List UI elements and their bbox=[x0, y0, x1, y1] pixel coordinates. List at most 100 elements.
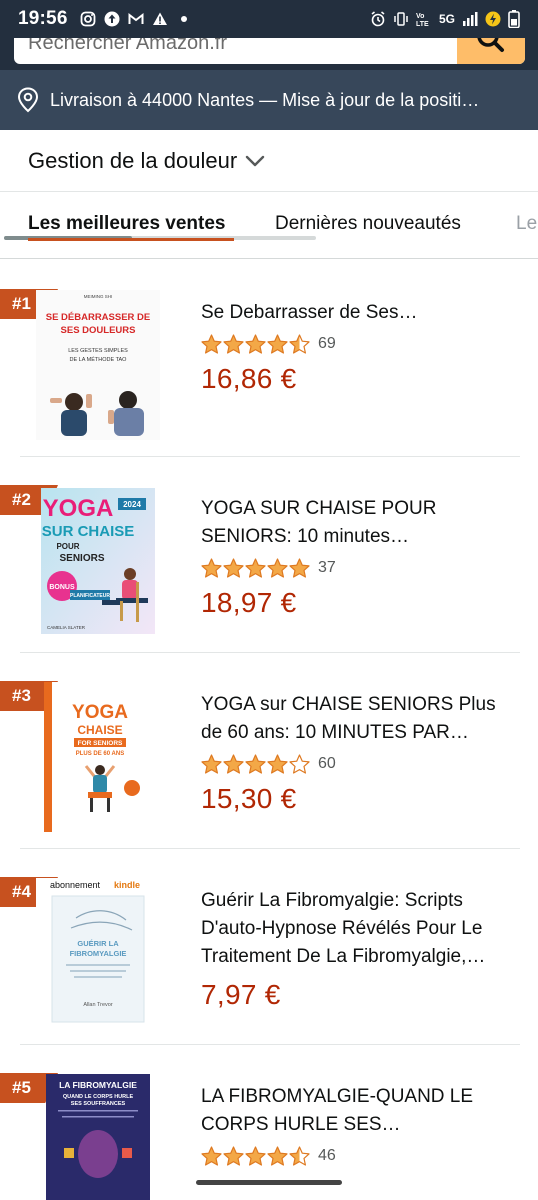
list-item[interactable]: #5 LA FIBROMYALGIE QUAND LE CORPS HURLE … bbox=[0, 1044, 538, 1200]
list-item[interactable]: #2 YOGA 2024 SUR CHAISE POUR SENIORS BON… bbox=[0, 456, 538, 652]
cover-sub1: LES GESTES SIMPLES bbox=[68, 348, 128, 354]
alarm-icon bbox=[371, 11, 385, 27]
star-full-icon bbox=[267, 753, 288, 774]
cover-sub2: DE LA MÉTHODE TAO bbox=[70, 356, 128, 363]
status-bar: 19:56 Vo LTE 5G bbox=[0, 0, 538, 38]
active-tab-indicator bbox=[28, 238, 234, 241]
product-price: 18,97 € bbox=[201, 587, 297, 618]
product-price: 15,30 € bbox=[201, 783, 297, 814]
rating-row[interactable]: 37 bbox=[201, 557, 521, 579]
category-title: Gestion de la douleur bbox=[28, 147, 238, 173]
volte-icon: VoLTE bbox=[416, 13, 429, 27]
vibrate-icon bbox=[394, 12, 408, 26]
star-full-icon bbox=[267, 557, 288, 578]
star-full-icon bbox=[201, 753, 222, 774]
delivery-text: Livraison à 44000 Nantes — Mise à jour d… bbox=[50, 89, 480, 110]
cover-bonus: BONUS bbox=[49, 584, 75, 591]
star-full-icon bbox=[223, 753, 244, 774]
star-full-icon bbox=[289, 557, 310, 578]
rating-row[interactable]: 60 bbox=[201, 753, 521, 775]
cover-line3: SES SOUFFRANCES bbox=[71, 1101, 126, 1107]
category-dropdown[interactable]: Gestion de la douleur bbox=[0, 130, 538, 192]
cover-line2: QUAND LE CORPS HURLE bbox=[63, 1094, 134, 1100]
product-title[interactable]: YOGA sur CHAISE SENIORS Plus de 60 ans: 1… bbox=[201, 691, 521, 747]
rating-count: 46 bbox=[318, 1147, 336, 1164]
star-rating bbox=[201, 1145, 310, 1167]
search-placeholder: Rechercher Amazon.fr bbox=[28, 38, 227, 54]
star-half-icon bbox=[289, 333, 310, 354]
product-title[interactable]: YOGA SUR CHAISE POUR SENIORS: 10 minutes… bbox=[201, 495, 521, 551]
cover-line2: SES DOULEURS bbox=[61, 325, 136, 336]
upload-icon bbox=[104, 11, 120, 27]
rating-count: 37 bbox=[318, 559, 336, 576]
gmail-icon bbox=[128, 12, 144, 24]
rating-count: 69 bbox=[318, 335, 336, 352]
cover-line2: FIBROMYALGIE bbox=[70, 949, 127, 958]
rating-count: 60 bbox=[318, 755, 336, 772]
product-title[interactable]: Guérir La Fibromyalgie: Scripts D'auto-Hy… bbox=[201, 887, 521, 971]
book-cover-1[interactable]: MEIMING SHI SE DÉBARRASSER DE SES DOULEU… bbox=[36, 290, 160, 440]
cover-author: Allan Trevor bbox=[83, 1002, 113, 1008]
book-cover-2[interactable]: YOGA 2024 SUR CHAISE POUR SENIORS BONUS … bbox=[36, 486, 160, 636]
star-rating bbox=[201, 753, 310, 775]
cover-line2: SUR CHAISE bbox=[42, 523, 135, 540]
star-full-icon bbox=[201, 1145, 222, 1166]
delivery-location-bar[interactable]: Livraison à 44000 Nantes — Mise à jour d… bbox=[0, 70, 538, 130]
cover-line1: GUÉRIR LA bbox=[77, 939, 119, 948]
network-type: 5G bbox=[438, 12, 455, 26]
gesture-bar[interactable] bbox=[196, 1180, 342, 1185]
tab-best-sellers[interactable]: Les meilleures ventes bbox=[28, 213, 226, 235]
cover-kindle-a: abonnement bbox=[50, 880, 101, 890]
star-full-icon bbox=[223, 557, 244, 578]
product-price: 16,86 € bbox=[201, 363, 297, 394]
search-input[interactable]: Rechercher Amazon.fr bbox=[14, 38, 525, 64]
tab-new-releases[interactable]: Dernières nouveautés bbox=[275, 213, 461, 235]
cover-author: MEIMING SHI bbox=[84, 294, 113, 299]
cover-line3: FOR SENIORS bbox=[78, 740, 123, 747]
star-half-icon bbox=[289, 1145, 310, 1166]
rating-row[interactable]: 46 bbox=[201, 1145, 521, 1167]
warning-icon bbox=[152, 12, 167, 25]
star-empty-icon bbox=[289, 753, 310, 774]
star-full-icon bbox=[245, 1145, 266, 1166]
cover-line1: YOGA bbox=[43, 495, 114, 522]
star-rating bbox=[201, 557, 310, 579]
search-button[interactable] bbox=[457, 38, 525, 64]
star-full-icon bbox=[245, 753, 266, 774]
list-item[interactable]: #4 abonnement kindle GUÉRIR LA FIBROMYAL… bbox=[0, 848, 538, 1044]
list-item[interactable]: #3 YOGA CHAISE FOR SENIORS PLUS DE 60 AN… bbox=[0, 652, 538, 848]
status-time: 19:56 bbox=[18, 8, 68, 29]
dot-icon bbox=[180, 16, 187, 22]
search-icon bbox=[477, 38, 504, 52]
list-item[interactable]: #1 MEIMING SHI SE DÉBARRASSER DE SES DOU… bbox=[0, 260, 538, 456]
search-header: Rechercher Amazon.fr bbox=[0, 38, 538, 70]
book-cover-3[interactable]: YOGA CHAISE FOR SENIORS PLUS DE 60 ANS bbox=[36, 682, 160, 832]
cover-author: CAMELIA SLATER bbox=[47, 625, 86, 630]
chevron-down-icon bbox=[245, 155, 265, 166]
cover-line1: SE DÉBARRASSER DE bbox=[46, 312, 151, 323]
star-full-icon bbox=[201, 333, 222, 354]
svg-text:LTE: LTE bbox=[416, 21, 429, 27]
instagram-icon bbox=[80, 11, 96, 27]
rating-row[interactable]: 69 bbox=[201, 333, 521, 355]
product-title[interactable]: Se Debarrasser de Ses… bbox=[201, 299, 521, 327]
star-full-icon bbox=[245, 333, 266, 354]
book-cover-5[interactable]: LA FIBROMYALGIE QUAND LE CORPS HURLE SES… bbox=[36, 1074, 160, 1200]
star-full-icon bbox=[267, 333, 288, 354]
cover-line3: POUR bbox=[56, 542, 79, 551]
cover-planner: PLANIFICATEUR bbox=[70, 593, 110, 599]
product-title[interactable]: LA FIBROMYALGIE-QUAND LE CORPS HURLE SES… bbox=[201, 1083, 521, 1139]
cover-year: 2024 bbox=[123, 500, 141, 509]
star-rating bbox=[201, 333, 310, 355]
product-price: 7,97 € bbox=[201, 979, 281, 1010]
star-full-icon bbox=[245, 557, 266, 578]
cover-line1: LA FIBROMYALGIE bbox=[59, 1080, 137, 1090]
location-pin-icon bbox=[17, 87, 39, 113]
tab-bar: Les meilleures ventes Dernières nouveaut… bbox=[0, 193, 538, 259]
cover-line4: SENIORS bbox=[59, 553, 104, 564]
product-list: #1 MEIMING SHI SE DÉBARRASSER DE SES DOU… bbox=[0, 260, 538, 1200]
star-full-icon bbox=[267, 1145, 288, 1166]
book-cover-4[interactable]: abonnement kindle GUÉRIR LA FIBROMYALGIE… bbox=[36, 878, 160, 1028]
star-full-icon bbox=[223, 1145, 244, 1166]
tab-partial[interactable]: Le bbox=[516, 213, 537, 235]
